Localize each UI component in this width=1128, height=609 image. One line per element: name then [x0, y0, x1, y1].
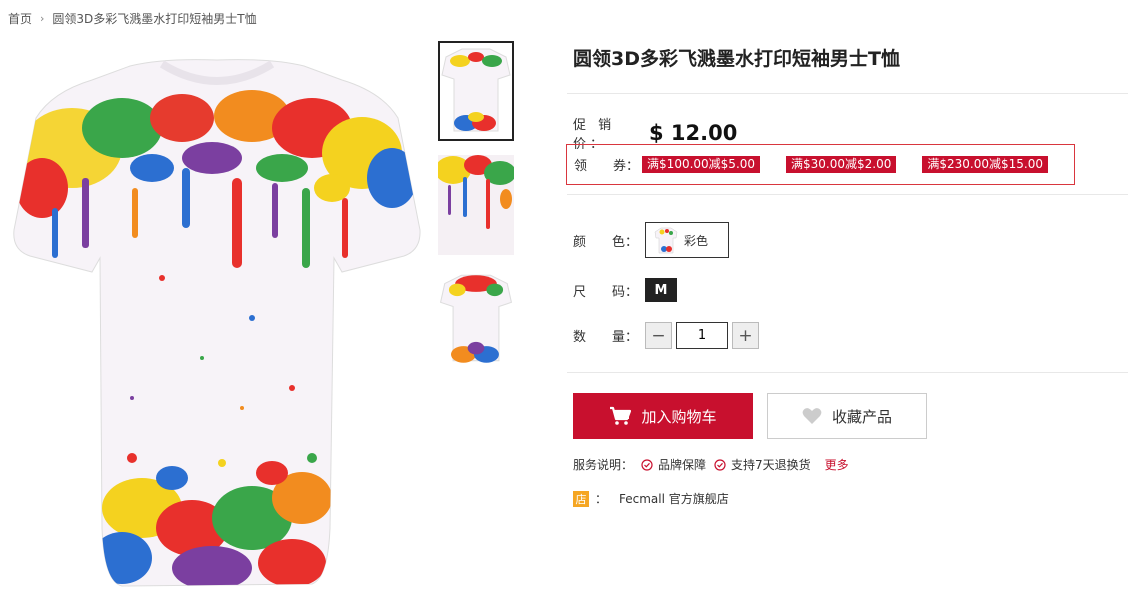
divider [567, 372, 1128, 373]
quantity-increase-button[interactable]: + [732, 322, 759, 349]
color-option[interactable]: 彩色 [645, 222, 729, 258]
tshirt-thumbnail-icon [654, 227, 678, 254]
check-circle-icon [714, 458, 726, 471]
breadcrumb-home-link[interactable]: 首页 [8, 10, 32, 27]
service-more-link[interactable]: 更多 [825, 456, 849, 473]
price-value: $ 12.00 [649, 121, 738, 145]
thumbnail-back[interactable] [438, 269, 514, 369]
size-row: 尺 码： M [573, 278, 677, 302]
size-option-m[interactable]: M [645, 278, 677, 302]
quantity-row: 数 量： − + [573, 322, 759, 349]
color-option-label: 彩色 [684, 233, 709, 248]
divider [567, 194, 1128, 195]
quantity-label: 数 量： [573, 330, 639, 345]
cart-icon [610, 406, 632, 425]
breadcrumb-separator: › [40, 12, 45, 25]
breadcrumb: 首页 › 圆领3D多彩飞溅墨水打印短袖男士T恤 [8, 10, 257, 27]
thumbnail-detail[interactable] [438, 155, 514, 255]
quantity-input[interactable] [676, 322, 728, 349]
service-row: 服务说明： 品牌保障 支持7天退换货 更多 [573, 456, 849, 473]
service-label: 服务说明： [573, 458, 634, 472]
thumbnail-front[interactable] [438, 41, 514, 141]
quantity-decrease-button[interactable]: − [645, 322, 672, 349]
heart-icon [802, 408, 822, 424]
shop-row: 店 ： Fecmall 官方旗舰店 [573, 490, 729, 507]
add-to-cart-label: 加入购物车 [641, 407, 717, 426]
coupon-badge[interactable]: 满$230.00减$15.00 [922, 156, 1048, 173]
favorite-label: 收藏产品 [831, 407, 892, 426]
coupon-box: 领 券： 满$100.00减$5.00 满$30.00减$2.00 满$230.… [566, 144, 1075, 185]
check-circle-icon [641, 458, 653, 471]
shop-colon: ： [595, 492, 608, 506]
color-row: 颜 色： 彩色 [573, 222, 729, 258]
main-product-image [12, 58, 422, 590]
add-to-favorites-button[interactable]: 收藏产品 [767, 393, 927, 439]
size-label: 尺 码： [573, 284, 639, 300]
service-item-label: 品牌保障 [658, 458, 707, 472]
product-title: 圆领3D多彩飞溅墨水打印短袖男士T恤 [573, 48, 900, 70]
breadcrumb-current: 圆领3D多彩飞溅墨水打印短袖男士T恤 [52, 12, 257, 26]
coupon-label: 领 券： [574, 159, 640, 174]
coupon-badge[interactable]: 满$100.00减$5.00 [642, 156, 761, 173]
coupon-badge[interactable]: 满$30.00减$2.00 [786, 156, 897, 173]
thumbnail-list [438, 41, 514, 383]
service-item: 品牌保障 [641, 456, 706, 473]
shop-name-link[interactable]: Fecmall 官方旗舰店 [619, 490, 729, 507]
divider [567, 93, 1128, 94]
service-item-label: 支持7天退换货 [731, 458, 811, 472]
service-item: 支持7天退换货 [714, 456, 811, 473]
shop-badge-icon: 店 [573, 490, 589, 507]
add-to-cart-button[interactable]: 加入购物车 [573, 393, 753, 439]
color-label: 颜 色： [573, 234, 639, 250]
